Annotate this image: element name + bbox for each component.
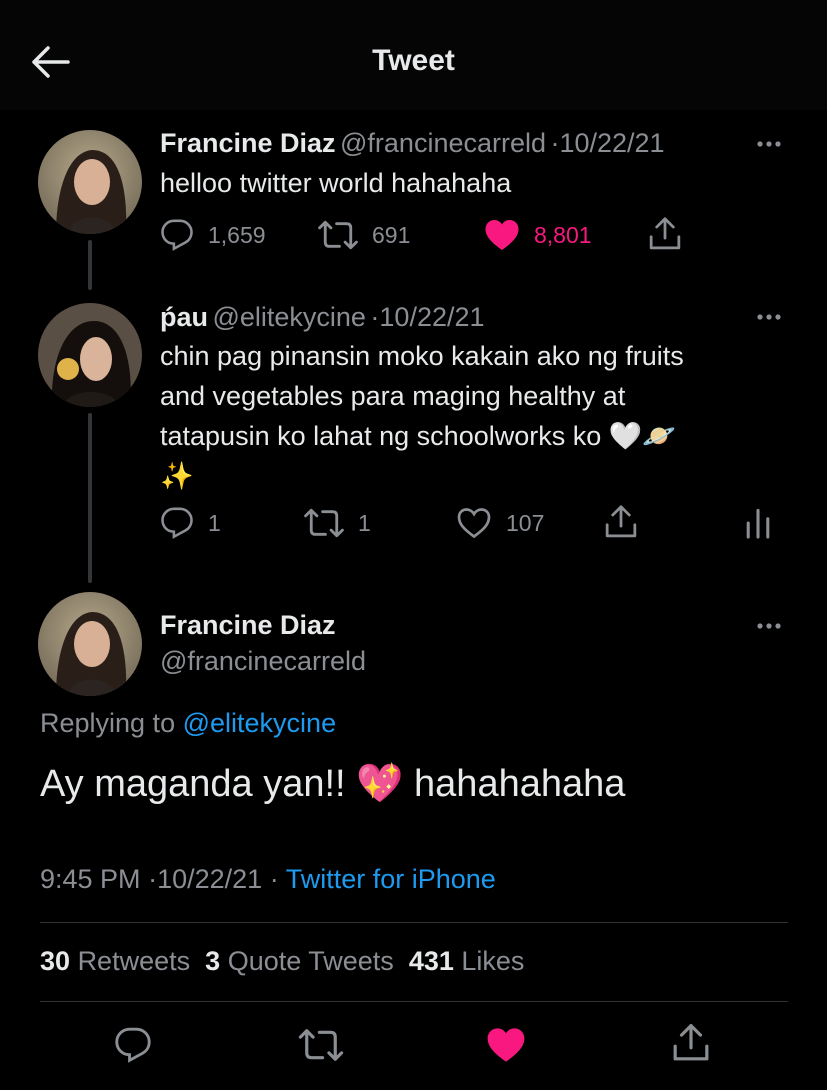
like-button[interactable]: 107 bbox=[456, 506, 544, 540]
reply-icon bbox=[161, 507, 193, 539]
like-count: 107 bbox=[506, 509, 545, 536]
likes-stat[interactable]: 431 Likes bbox=[409, 946, 525, 976]
reply-button[interactable] bbox=[114, 1026, 152, 1064]
retweets-count: 30 bbox=[40, 946, 71, 976]
heart-filled-icon bbox=[487, 1028, 525, 1062]
analytics-icon bbox=[746, 508, 770, 539]
retweet-icon bbox=[298, 1029, 344, 1061]
reply-icon bbox=[115, 1027, 151, 1063]
replying-to: Replying to @elitekycine bbox=[40, 708, 336, 739]
quote-tweets-label: Quote Tweets bbox=[227, 946, 394, 976]
author-name[interactable]: Francine Diaz bbox=[160, 610, 336, 641]
more-icon[interactable] bbox=[752, 616, 792, 636]
reply-button[interactable]: 1 bbox=[160, 506, 221, 540]
tweet-header: Francine Diaz @francinecarreld ·10/22/21 bbox=[160, 128, 760, 159]
likes-count: 431 bbox=[408, 946, 454, 976]
likes-label: Likes bbox=[461, 946, 525, 976]
tweet-source-link[interactable]: Twitter for iPhone bbox=[286, 864, 496, 894]
tweet-date[interactable]: 10/22/21 bbox=[559, 128, 664, 158]
reply-icon bbox=[161, 219, 193, 251]
retweet-icon bbox=[318, 220, 358, 250]
replying-to-label: Replying to bbox=[40, 708, 176, 738]
author-handle[interactable]: @elitekycine bbox=[212, 302, 365, 332]
share-icon bbox=[673, 1023, 709, 1061]
tweet-time[interactable]: 9:45 PM bbox=[40, 864, 141, 894]
avatar[interactable] bbox=[38, 130, 142, 234]
retweet-button[interactable]: 691 bbox=[318, 218, 410, 252]
tweet-text-line: ✨ bbox=[160, 461, 194, 491]
tweet-text: helloo twitter world hahahaha bbox=[160, 168, 512, 198]
share-icon bbox=[605, 505, 637, 538]
share-button[interactable] bbox=[604, 504, 638, 540]
analytics-button[interactable] bbox=[744, 506, 772, 540]
retweet-button[interactable] bbox=[298, 1026, 344, 1064]
tweet-text-line: chin pag pinansin moko kakain ako ng fru… bbox=[160, 341, 684, 371]
thread-line bbox=[88, 413, 92, 583]
author-handle[interactable]: @francinecarreld bbox=[160, 646, 366, 677]
avatar[interactable] bbox=[38, 303, 142, 407]
share-button[interactable] bbox=[672, 1022, 710, 1064]
thread-line bbox=[88, 240, 92, 290]
retweets-label: Retweets bbox=[77, 946, 191, 976]
divider bbox=[40, 922, 788, 923]
reply-count: 1,659 bbox=[208, 221, 266, 248]
retweet-count: 1 bbox=[358, 509, 371, 536]
separator: · bbox=[148, 864, 158, 894]
quote-tweets-count: 3 bbox=[205, 946, 221, 976]
more-icon[interactable] bbox=[752, 134, 792, 154]
avatar[interactable] bbox=[38, 592, 142, 696]
tweet-text: chin pag pinansin moko kakain ako ng fru… bbox=[160, 336, 780, 496]
tweet-date[interactable]: 10/22/21 bbox=[157, 864, 262, 894]
tweet-stats: 30 Retweets 3 Quote Tweets 431 Likes bbox=[40, 946, 524, 977]
share-button[interactable] bbox=[648, 216, 682, 252]
share-icon bbox=[649, 217, 681, 250]
separator: · bbox=[269, 864, 279, 894]
retweets-stat[interactable]: 30 Retweets bbox=[40, 946, 190, 976]
tweet-text-line: and vegetables para maging healthy at bbox=[160, 381, 626, 411]
author-name[interactable]: ṕau bbox=[160, 302, 208, 332]
retweet-icon bbox=[304, 508, 344, 538]
like-button[interactable] bbox=[486, 1026, 526, 1064]
quote-tweets-stat[interactable]: 3 Quote Tweets bbox=[205, 946, 394, 976]
tweet-text-line: tatapusin ko lahat ng schoolworks ko 🤍🪐 bbox=[160, 421, 676, 451]
page-title: Tweet bbox=[372, 44, 455, 77]
reply-button[interactable]: 1,659 bbox=[160, 218, 266, 252]
replying-to-link[interactable]: @elitekycine bbox=[183, 708, 336, 738]
more-icon[interactable] bbox=[752, 307, 792, 327]
tweet-header: ṕau @elitekycine ·10/22/21 bbox=[160, 302, 760, 333]
heart-outline-icon bbox=[457, 508, 491, 539]
heart-filled-icon bbox=[485, 220, 519, 250]
divider bbox=[40, 1001, 788, 1002]
like-button[interactable]: 8,801 bbox=[484, 218, 592, 252]
tweet-text: Ay maganda yan!! 💖 hahahahaha bbox=[40, 763, 626, 805]
like-count: 8,801 bbox=[534, 221, 592, 248]
retweet-count: 691 bbox=[372, 221, 411, 248]
retweet-button[interactable]: 1 bbox=[304, 506, 371, 540]
tweet-timestamp: 9:45 PM ·10/22/21 · Twitter for iPhone bbox=[40, 864, 496, 895]
reply-count: 1 bbox=[208, 509, 221, 536]
tweet-date[interactable]: 10/22/21 bbox=[379, 302, 484, 332]
author-handle[interactable]: @francinecarreld bbox=[340, 128, 546, 158]
author-name[interactable]: Francine Diaz bbox=[160, 128, 336, 158]
